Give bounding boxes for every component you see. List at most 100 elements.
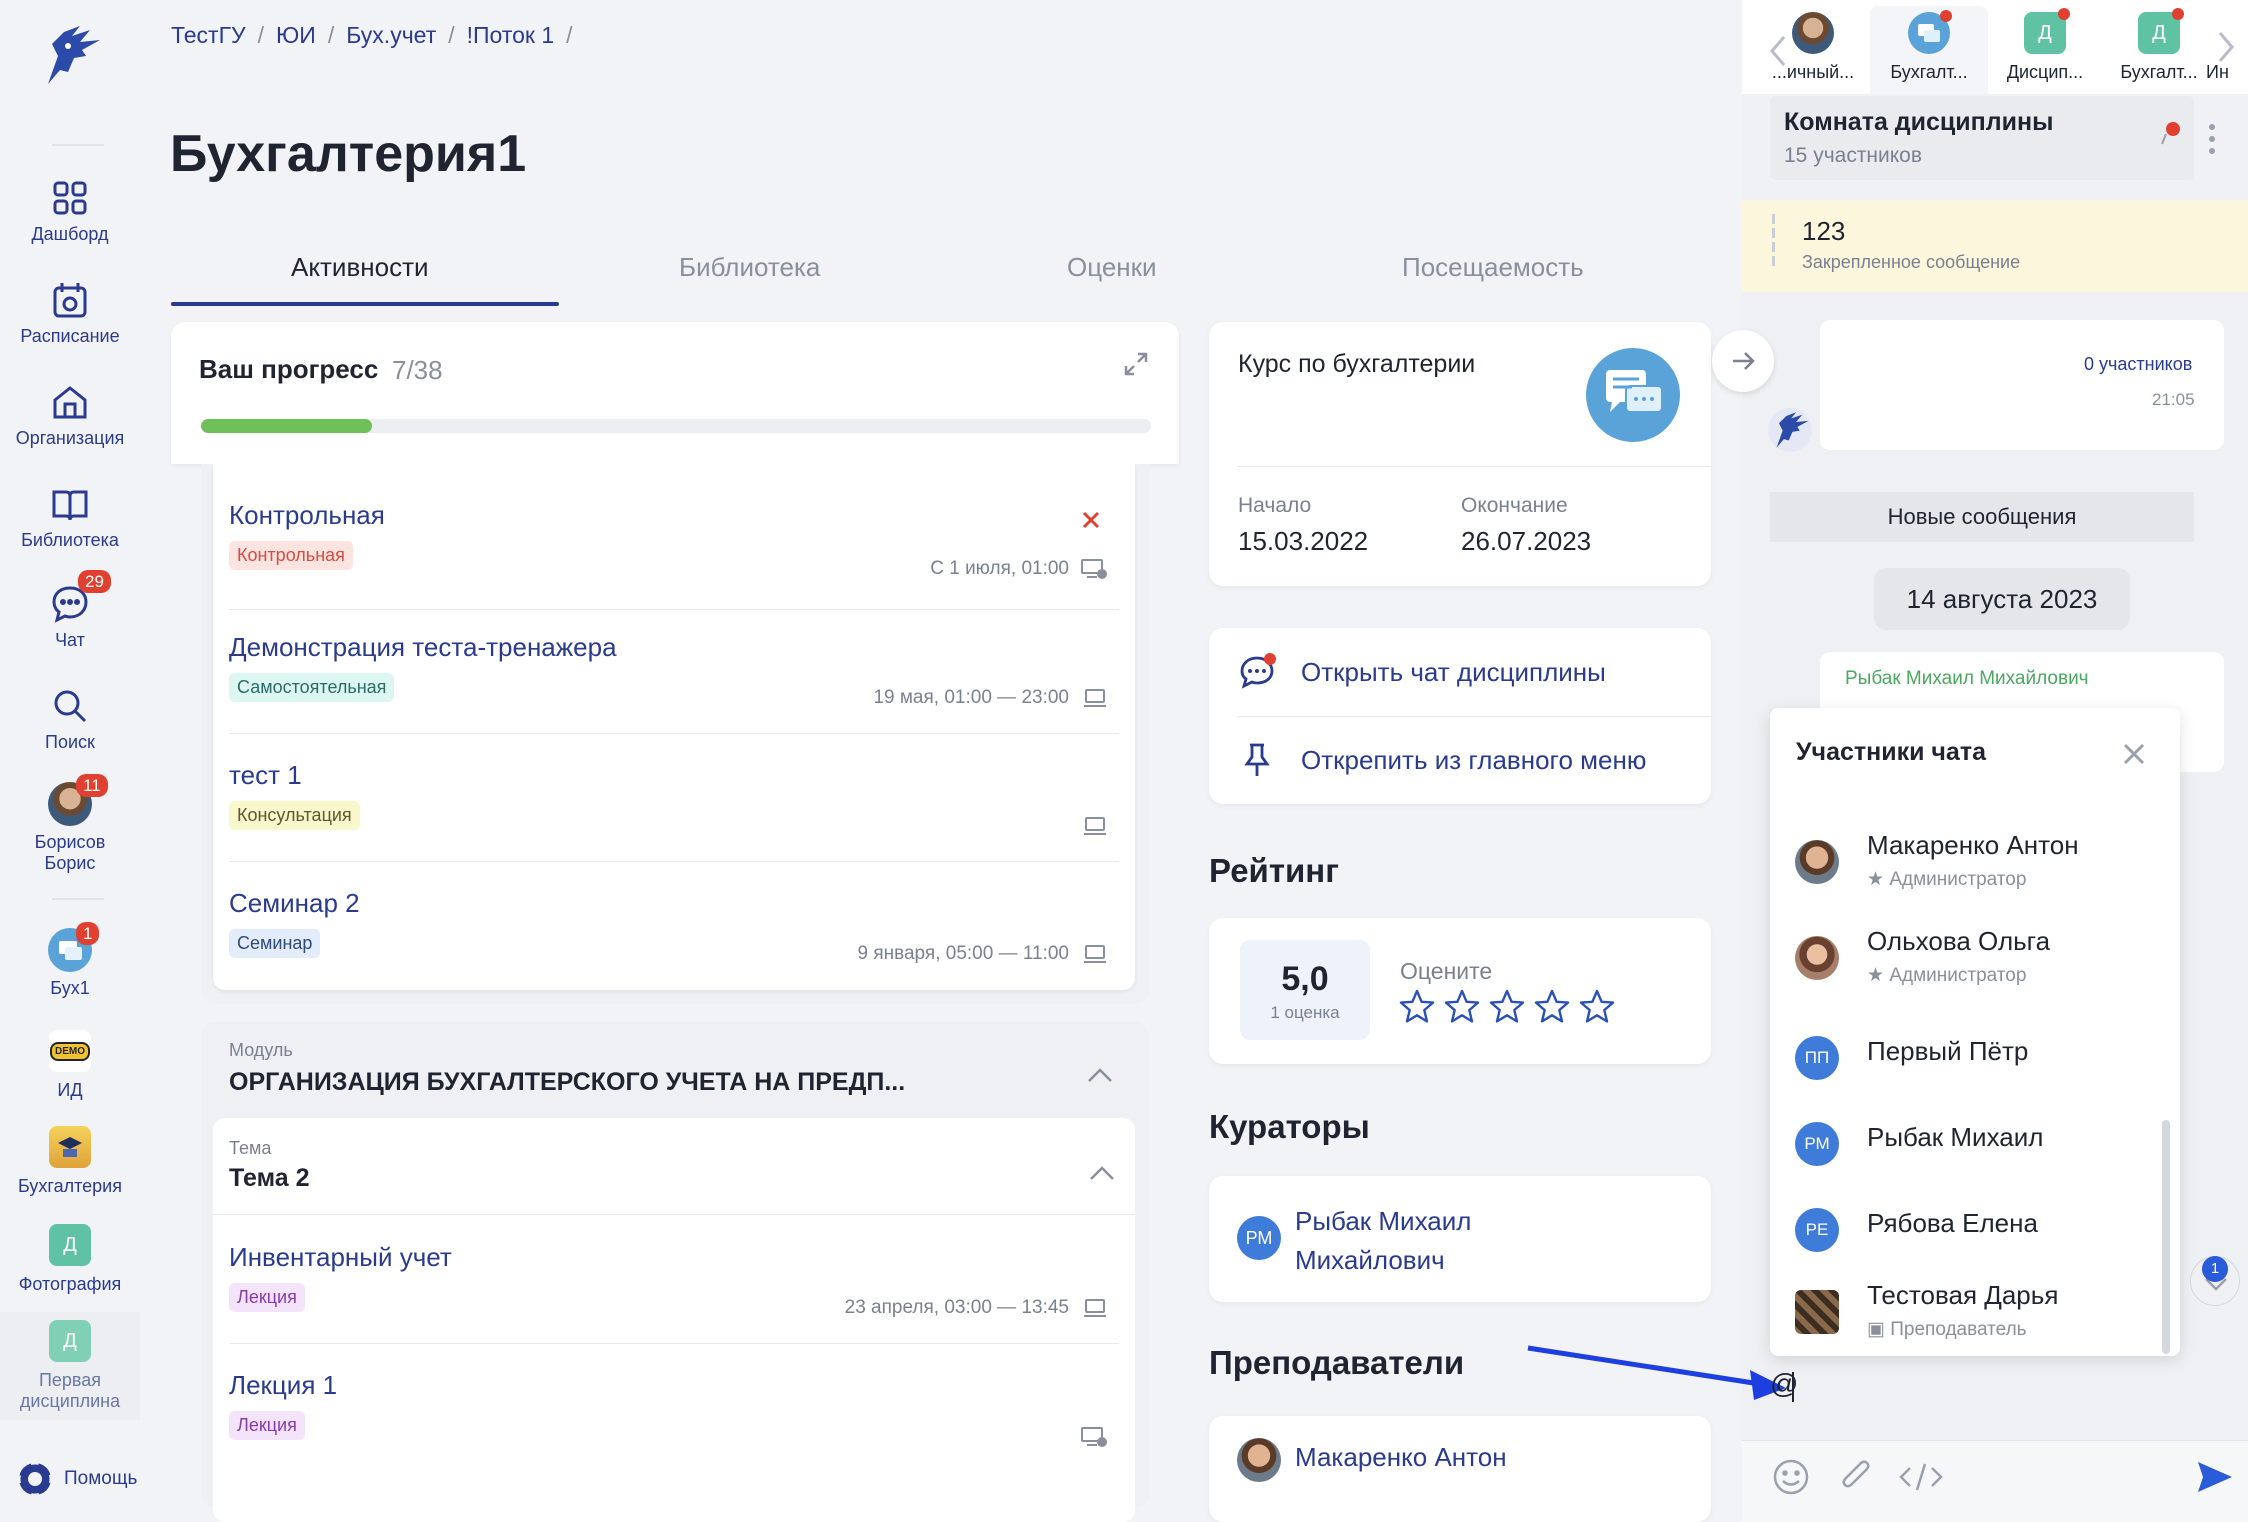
nav-buh1-label: Бух1 — [50, 978, 90, 998]
unpin-button[interactable]: Открепить из главного меню — [1237, 740, 1646, 780]
activity-title[interactable]: Семинар 2 — [229, 888, 1119, 919]
tab-grades[interactable]: Оценки — [1067, 252, 1157, 283]
star-outline-icon[interactable] — [1533, 988, 1571, 1026]
expand-icon[interactable] — [1122, 350, 1150, 378]
activity-title[interactable]: Инвентарный учет — [229, 1242, 1119, 1273]
tab-attendance[interactable]: Посещаемость — [1402, 252, 1584, 283]
rating-heading: Рейтинг — [1209, 852, 1339, 889]
activity-row[interactable]: Семинар 2 Семинар 9 января, 05:00 — 11:0… — [229, 888, 1119, 990]
tab-activities[interactable]: Активности — [291, 252, 429, 283]
laptop-icon — [1083, 1298, 1107, 1318]
composer-toolbar — [1742, 1440, 2248, 1522]
help-button[interactable]: Помощь — [16, 1460, 137, 1498]
tab-library[interactable]: Библиотека — [679, 252, 820, 283]
activity-row[interactable]: Демонстрация теста-тренажера Самостоятел… — [229, 632, 1119, 734]
star-outline-icon[interactable] — [1488, 988, 1526, 1026]
nav-id-label: ИД — [57, 1080, 83, 1100]
activity-row[interactable]: Лекция 1 Лекция — [229, 1370, 1119, 1472]
member-item[interactable]: ПП Первый Пётр — [1795, 1036, 2175, 1116]
nav-photo[interactable]: Д Фотография — [0, 1224, 140, 1295]
attach-icon[interactable] — [1838, 1458, 1872, 1496]
collapse-panel-button[interactable] — [1712, 330, 1774, 392]
theme-title[interactable]: Тема 2 — [229, 1164, 310, 1193]
member-name: Первый Пётр — [1867, 1036, 2029, 1066]
breadcrumb-item[interactable]: ЮИ — [276, 22, 316, 48]
chevron-up-icon[interactable] — [1086, 1066, 1114, 1084]
member-avatar: РМ — [1795, 1122, 1839, 1166]
message-sender[interactable]: Рыбак Михаил Михайлович — [1845, 668, 2089, 690]
message-input[interactable]: @ — [1770, 1368, 1798, 1400]
app-logo[interactable] — [34, 22, 106, 88]
message-time: 21:05 — [2152, 390, 2195, 409]
activity-title[interactable]: тест 1 — [229, 760, 1119, 791]
nav-buh1[interactable]: 1 Бух1 — [0, 922, 140, 999]
nav-schedule[interactable]: Расписание — [0, 280, 140, 347]
member-item[interactable]: РМ Рыбак Михаил — [1795, 1122, 2175, 1202]
member-avatar: ПП — [1795, 1036, 1839, 1080]
activity-tag: Лекция — [229, 1411, 305, 1440]
pin-icon — [1237, 740, 1277, 780]
member-item[interactable]: РЕ Рябова Елена — [1795, 1208, 2175, 1288]
member-name: Рыбак Михаил — [1867, 1122, 2044, 1152]
curator-name[interactable]: Рыбак Михаил Михайлович — [1295, 1202, 1471, 1280]
nav-search[interactable]: Поиск — [0, 686, 140, 753]
chat-tab[interactable]: ...ичный... — [1758, 12, 1868, 83]
nav-dashboard[interactable]: Дашборд — [0, 178, 140, 245]
chat-tab[interactable]: Д Дисцип... — [1990, 8, 2100, 83]
active-tab-indicator — [171, 302, 559, 306]
nav-id[interactable]: DEMO ИД — [0, 1030, 140, 1101]
chat-tab[interactable]: Ин — [2206, 62, 2248, 83]
activity-row[interactable]: Инвентарный учет Лекция 23 апреля, 03:00… — [229, 1242, 1119, 1344]
member-role: ▣ Преподаватель — [1867, 1319, 2027, 1340]
more-vertical-icon[interactable] — [2208, 122, 2216, 156]
star-rating[interactable] — [1398, 988, 1616, 1026]
chat-tab[interactable]: Бухгалт... — [1874, 10, 1984, 83]
star-icon: ★ — [1867, 869, 1885, 890]
photo-letter-icon: Д — [49, 1224, 91, 1266]
chevron-up-icon[interactable] — [1088, 1164, 1116, 1182]
close-icon[interactable] — [2122, 742, 2146, 766]
star-outline-icon[interactable] — [1578, 988, 1616, 1026]
laptop-icon — [1083, 944, 1107, 964]
member-item[interactable]: Макаренко Антон ★ Администратор — [1795, 830, 2175, 910]
end-label: Окончание — [1461, 494, 1568, 517]
send-icon[interactable] — [2196, 1460, 2234, 1494]
member-item[interactable]: Тестовая Дарья ▣ Преподаватель — [1795, 1280, 2175, 1360]
chevron-right-icon[interactable] — [2216, 30, 2236, 64]
member-item[interactable]: Ольхова Ольга ★ Администратор — [1795, 926, 2175, 1006]
code-icon[interactable] — [1898, 1460, 1944, 1494]
teacher-name[interactable]: Макаренко Антон — [1295, 1442, 1507, 1473]
chat-tab[interactable]: Д Бухгалт... — [2104, 8, 2214, 83]
popup-title: Участники чата — [1796, 738, 1986, 766]
message-participants[interactable]: 0 участников — [2084, 354, 2192, 375]
activity-title[interactable]: Демонстрация теста-тренажера — [229, 632, 1119, 663]
curators-heading: Кураторы — [1209, 1108, 1370, 1145]
activity-title[interactable]: Лекция 1 — [229, 1370, 1119, 1401]
nav-library[interactable]: Библиотека — [0, 484, 140, 551]
nav-chat[interactable]: 29 Чат — [0, 570, 140, 651]
star-outline-icon[interactable] — [1443, 988, 1481, 1026]
nav-organization-label: Организация — [15, 428, 125, 448]
nav-profile[interactable]: 11 Борисов Борис — [0, 774, 140, 874]
open-chat-button[interactable]: Открыть чат дисциплины — [1237, 652, 1606, 692]
close-icon[interactable] — [1081, 510, 1101, 530]
nav-schedule-label: Расписание — [20, 326, 120, 346]
nav-chat-label: Чат — [55, 630, 85, 650]
emoji-icon[interactable] — [1772, 1458, 1810, 1496]
sender-logo-avatar — [1768, 408, 1812, 452]
nav-organization[interactable]: Организация — [0, 382, 140, 449]
star-outline-icon[interactable] — [1398, 988, 1436, 1026]
nav-buhgalteria[interactable]: Бухгалтерия — [0, 1126, 140, 1197]
module-title[interactable]: ОРГАНИЗАЦИЯ БУХГАЛТЕРСКОГО УЧЕТА НА ПРЕД… — [229, 1068, 905, 1097]
activity-row[interactable]: тест 1 Консультация — [229, 760, 1119, 862]
activity-title[interactable]: Контрольная — [229, 500, 1119, 531]
breadcrumb-item[interactable]: ТестГУ — [171, 22, 246, 48]
activity-date: 19 мая, 01:00 — 23:00 — [873, 687, 1069, 708]
activity-row[interactable]: Контрольная Контрольная С 1 июля, 01:00 — [229, 500, 1119, 610]
breadcrumb-item[interactable]: Бух.учет — [346, 22, 436, 48]
chat-tab-letter: Д — [2138, 8, 2184, 54]
unread-badge: 1 — [2202, 1256, 2228, 1282]
breadcrumb-item[interactable]: !Поток 1 — [467, 22, 555, 48]
nav-first-discipline[interactable]: Д Первая дисциплина — [0, 1312, 140, 1420]
chat-badge: 29 — [78, 570, 111, 593]
